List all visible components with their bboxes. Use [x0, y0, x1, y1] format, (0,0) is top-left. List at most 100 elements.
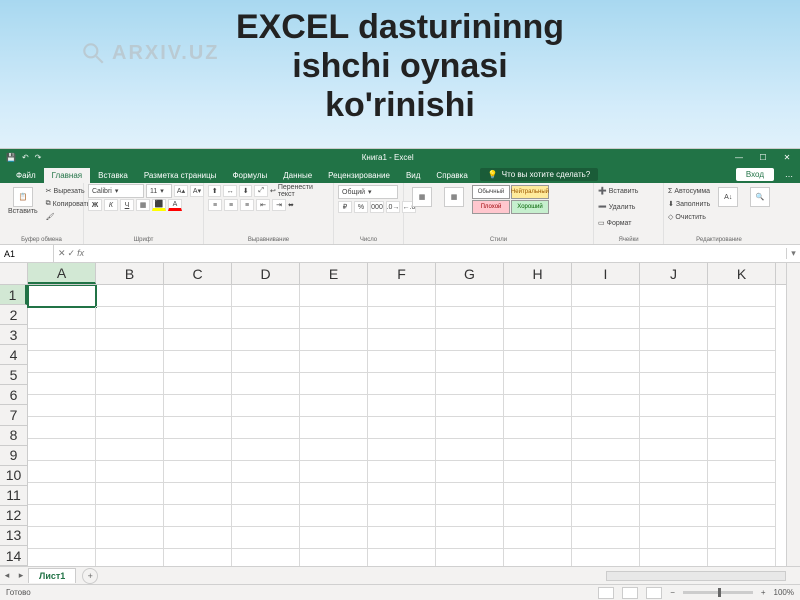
cell[interactable] [640, 373, 708, 395]
tab-file[interactable]: Файл [8, 168, 44, 183]
cancel-formula-icon[interactable]: ✕ [58, 248, 66, 259]
cell[interactable] [232, 505, 300, 527]
find-select-button[interactable]: 🔍 [746, 185, 774, 209]
cell[interactable] [28, 307, 96, 329]
currency-button[interactable]: ₽ [338, 201, 352, 213]
cell[interactable] [96, 285, 164, 307]
tab-view[interactable]: Вид [398, 168, 428, 183]
cell[interactable] [504, 395, 572, 417]
border-button[interactable]: ▦ [136, 199, 150, 211]
cell[interactable] [504, 549, 572, 566]
cell[interactable] [640, 417, 708, 439]
sheet-nav-next-icon[interactable]: ▸ [14, 570, 28, 581]
cell[interactable] [300, 505, 368, 527]
name-box[interactable]: A1 [0, 245, 54, 262]
cell[interactable] [708, 461, 776, 483]
row-header[interactable]: 3 [0, 325, 27, 345]
cell[interactable] [368, 417, 436, 439]
column-header[interactable]: C [164, 263, 232, 284]
cell[interactable] [436, 373, 504, 395]
select-all-corner[interactable] [0, 263, 28, 285]
paste-button[interactable]: 📋 Вставить [4, 185, 42, 217]
cell[interactable] [300, 483, 368, 505]
cell[interactable] [300, 417, 368, 439]
sort-filter-button[interactable]: A↓ [714, 185, 742, 209]
cell[interactable] [708, 307, 776, 329]
cell[interactable] [96, 329, 164, 351]
cell[interactable] [640, 549, 708, 566]
row-header[interactable]: 11 [0, 486, 27, 506]
cell[interactable] [436, 483, 504, 505]
cell[interactable] [232, 307, 300, 329]
column-header[interactable]: G [436, 263, 504, 284]
zoom-out-button[interactable]: − [670, 588, 675, 597]
cell[interactable] [640, 483, 708, 505]
fx-icon[interactable]: fx [77, 248, 84, 259]
cell[interactable] [504, 329, 572, 351]
cell[interactable] [300, 329, 368, 351]
cell[interactable] [708, 483, 776, 505]
enter-formula-icon[interactable]: ✓ [68, 248, 76, 259]
row-header[interactable]: 4 [0, 345, 27, 365]
cell[interactable] [96, 505, 164, 527]
row-header[interactable]: 6 [0, 385, 27, 405]
cell[interactable] [572, 373, 640, 395]
cell[interactable] [436, 329, 504, 351]
cell[interactable] [708, 329, 776, 351]
style-normal[interactable]: Обычный [472, 185, 510, 199]
cell[interactable] [436, 505, 504, 527]
cell[interactable] [368, 527, 436, 549]
cell[interactable] [640, 285, 708, 307]
minimize-button[interactable]: — [728, 150, 750, 164]
clear-button[interactable]: ◇Очистить [668, 211, 710, 223]
tab-home[interactable]: Главная [44, 168, 90, 183]
cell[interactable] [436, 527, 504, 549]
vertical-scrollbar[interactable] [786, 263, 800, 566]
sheet-nav-prev-icon[interactable]: ◂ [0, 570, 14, 581]
row-header[interactable]: 12 [0, 506, 27, 526]
tab-page-layout[interactable]: Разметка страницы [136, 168, 225, 183]
redo-icon[interactable]: ↷ [35, 153, 42, 162]
formula-input[interactable] [88, 245, 786, 262]
cell[interactable] [28, 527, 96, 549]
column-header[interactable]: H [504, 263, 572, 284]
row-header[interactable]: 7 [0, 405, 27, 425]
cell[interactable] [708, 351, 776, 373]
add-sheet-button[interactable]: + [82, 568, 98, 584]
row-header[interactable]: 14 [0, 546, 27, 566]
cell[interactable] [28, 505, 96, 527]
conditional-formatting-button[interactable]: ▦ [408, 185, 436, 209]
cell[interactable] [368, 439, 436, 461]
cell[interactable] [232, 461, 300, 483]
cell[interactable] [164, 285, 232, 307]
cell[interactable] [96, 439, 164, 461]
cell[interactable] [164, 505, 232, 527]
cell[interactable] [368, 307, 436, 329]
cell[interactable] [368, 505, 436, 527]
row-header[interactable]: 9 [0, 446, 27, 466]
cell[interactable] [572, 483, 640, 505]
fill-color-button[interactable]: ⬛ [152, 199, 166, 211]
cell[interactable] [640, 527, 708, 549]
cell[interactable] [300, 527, 368, 549]
zoom-level[interactable]: 100% [774, 588, 794, 597]
cell[interactable] [164, 483, 232, 505]
row-header[interactable]: 2 [0, 305, 27, 325]
cell[interactable] [504, 373, 572, 395]
sign-in-button[interactable]: Вход [736, 168, 774, 181]
cell[interactable] [640, 439, 708, 461]
cell[interactable] [640, 395, 708, 417]
cell[interactable] [300, 461, 368, 483]
cell[interactable] [96, 417, 164, 439]
cell[interactable] [708, 549, 776, 566]
cell[interactable] [232, 527, 300, 549]
cell[interactable] [436, 461, 504, 483]
cell[interactable] [640, 329, 708, 351]
cell[interactable] [96, 307, 164, 329]
cell[interactable] [572, 395, 640, 417]
autosum-button[interactable]: ΣАвтосумма [668, 185, 710, 197]
decrease-indent-button[interactable]: ⇤ [256, 199, 270, 211]
cell[interactable] [368, 483, 436, 505]
cell[interactable] [164, 527, 232, 549]
column-header[interactable]: E [300, 263, 368, 284]
